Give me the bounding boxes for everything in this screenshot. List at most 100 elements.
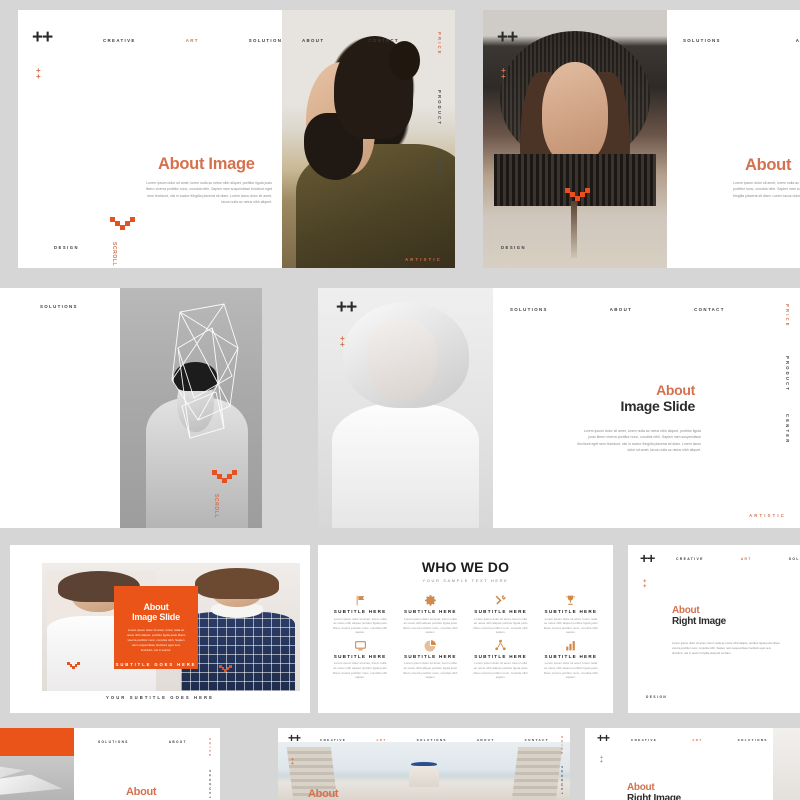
slide-body-copy: Lorem ipsum dolor sit amet, lorem nulla … [145, 181, 272, 205]
feature-heading: SUBTITLE HERE [404, 609, 457, 614]
rail-label-artistic: ARTISTIC [749, 513, 786, 518]
nav-item-solutions[interactable]: SOLUTIONS [98, 740, 129, 744]
feature-heading: SUBTITLE HERE [333, 609, 387, 614]
feature-card[interactable]: SUBTITLE HERE Lorem ipsum dolor sit amet… [398, 639, 462, 680]
logo-plusplus: ++ [288, 731, 301, 745]
slide-nav[interactable]: SOLUTIONS [40, 304, 78, 309]
nav-item-solutions[interactable]: SOLUTIONS [417, 738, 447, 742]
nav-item-about[interactable]: ABOUT [169, 740, 187, 744]
slide-title: About Image [158, 155, 255, 173]
rail-label-product: PRODUCT [208, 770, 212, 800]
nav-item-solutions[interactable]: SOLUTIONS [249, 38, 287, 43]
slide-title: About [308, 788, 339, 800]
slide-title-line1: About [627, 782, 655, 793]
hero-photo-origami [0, 756, 74, 800]
plus-accent-mark: + + [340, 334, 345, 349]
photo-nav[interactable]: ABOUT CONTACT [302, 38, 399, 43]
nav-item-art[interactable]: ART [186, 38, 199, 43]
nav-item-solutions[interactable]: SOLUTIONS [789, 557, 800, 561]
nav-item-about[interactable]: ABOUT [302, 38, 324, 43]
slide-about-right-image-2[interactable]: ++ + + CREATIVE ART SOLUTIONS About Right… [585, 728, 800, 800]
share-nodes-icon [469, 639, 533, 652]
card-body-copy: Lorem ipsum dolor sit amet, lorem nulla … [126, 628, 186, 652]
feature-card[interactable]: SUBTITLE HERE Lorem ipsum dolor sit amet… [539, 594, 603, 635]
feature-card[interactable]: SUBTITLE HERE Lorem ipsum dolor sit amet… [539, 639, 603, 680]
slide-about-beach[interactable]: ++ + + CREATIVE ART SOLUTIONS ABOUT CONTA… [278, 728, 570, 800]
nav-item-solutions[interactable]: SOLUTIONS [683, 38, 721, 43]
feature-card[interactable]: SUBTITLE HERE Lorem ipsum dolor sit amet… [398, 594, 462, 635]
nav-item-creative[interactable]: CREATIVE [320, 738, 346, 742]
feature-card[interactable]: SUBTITLE HERE Lorem ipsum dolor sit amet… [328, 594, 392, 635]
slide-about-orange-card[interactable]: About Image Slide Lorem ipsum dolor sit … [10, 545, 310, 713]
nav-item-art[interactable]: ART [376, 738, 386, 742]
slide-nav[interactable]: CREATIVE ART SOLUTIONS ABOUT CONTACT [320, 738, 549, 742]
feature-heading: SUBTITLE HERE [404, 653, 457, 659]
feature-card[interactable]: SUBTITLE HERE Lorem ipsum dolor sit amet… [328, 639, 392, 680]
feature-card[interactable]: SUBTITLE HERE Lorem ipsum dolor sit amet… [469, 594, 533, 635]
rail-label-product: PRODUCT [437, 90, 442, 127]
logo-plusplus: ++ [640, 550, 655, 566]
slide-nav[interactable]: SOLUTIONS ABOUT CONTACT [510, 307, 725, 312]
nav-item-creative[interactable]: CREATIVE [631, 738, 657, 742]
slide-nav[interactable]: CREATIVE ART SOLUTIONS [631, 738, 768, 742]
plus-accent-mark: + + [291, 757, 294, 767]
pie-chart-icon [398, 639, 462, 652]
logo-plusplus: ++ [32, 27, 53, 48]
chevron-mark [212, 470, 237, 483]
gear-icon [398, 594, 462, 607]
feature-card[interactable]: SUBTITLE HERE Lorem ipsum dolor sit amet… [469, 639, 533, 680]
feature-heading: SUBTITLE HERE [544, 609, 598, 614]
slide-about-origami[interactable]: SOLUTIONS ABOUT CONTACT PRICE PRODUCT Ab… [0, 728, 220, 800]
nav-item-creative[interactable]: CREATIVE [103, 38, 136, 43]
nav-item-contact[interactable]: CONTACT [525, 738, 549, 742]
slide-nav[interactable]: CREATIVE ART SOLUTIONS [676, 557, 800, 561]
feature-text: Lorem ipsum dolor sit amet, lorem nulla … [333, 616, 388, 635]
nav-item-solutions[interactable]: SOLUTIONS [40, 304, 78, 309]
rail-label-price: PRICE [208, 738, 212, 759]
slide-about-right-image[interactable]: ++ ++ CREATIVE ART SOLUTIONS About Right… [628, 545, 800, 713]
nav-item-contact[interactable]: CONTACT [368, 38, 399, 43]
nav-item-contact[interactable]: CONTACT [694, 307, 725, 312]
rail-label-price: PRICE [560, 736, 564, 757]
feature-text: Lorem ipsum dolor sit amet, lorem nulla … [403, 661, 458, 680]
slide-title-line1: About [672, 605, 700, 616]
feature-text: Lorem ipsum dolor sit amet, lorem nulla … [333, 661, 388, 680]
logo-plusplus: ++ [497, 27, 518, 48]
card-title-line1: About [143, 602, 169, 612]
nav-item-about[interactable]: ABOUT [796, 38, 800, 43]
slide-nav[interactable]: SOLUTIONS ABOUT [683, 38, 800, 43]
slide-nav[interactable]: CREATIVE ART SOLUTIONS [103, 38, 287, 43]
nav-item-art[interactable]: ART [692, 738, 702, 742]
slide-nav[interactable]: SOLUTIONS ABOUT CONTACT [98, 740, 220, 744]
feature-text: Lorem ipsum dolor sit amet, lorem nulla … [543, 661, 598, 680]
slide-about-glitch[interactable]: ++ ++ DESIGN SOLUTIONS ABOUT About Lorem… [483, 10, 800, 268]
plus-accent-mark: + + [501, 66, 506, 81]
slide-title-line2: Image Slide [620, 398, 695, 414]
hero-photo-wireframe-head [120, 288, 262, 528]
slide-gallery-board: ++ + + CREATIVE ART SOLUTIONS About Image… [0, 0, 800, 800]
slide-title: About [126, 786, 157, 798]
slide-who-we-do[interactable]: WHO WE DO YOUR SAMPLE TEXT HERE SUBTITLE… [318, 545, 613, 713]
nav-item-creative[interactable]: CREATIVE [676, 557, 704, 561]
slide-title-line2: Right Image [627, 793, 681, 800]
nav-item-about[interactable]: ABOUT [477, 738, 495, 742]
scroll-label[interactable]: Scroll [213, 494, 219, 518]
nav-item-about[interactable]: ABOUT [610, 307, 632, 312]
logo-plusplus: ++ [597, 731, 610, 745]
slide-about-wire[interactable]: SOLUTIONS e Lorem ipsum dolor sit amet, … [0, 288, 262, 528]
flag-icon [328, 594, 392, 607]
nav-item-solutions[interactable]: SOLUTIONS [510, 307, 548, 312]
nav-item-solutions[interactable]: SOLUTIONS [738, 738, 768, 742]
hero-photo-man [282, 10, 455, 268]
tools-icon [469, 594, 533, 607]
scroll-label[interactable]: Scroll [111, 242, 117, 266]
trophy-icon [539, 594, 603, 607]
rail-label-product: PRODUCT [560, 766, 564, 797]
orange-block [0, 728, 74, 756]
slide-title-line1: About [656, 382, 695, 398]
slide-about-image-slide[interactable]: ++ + + SOLUTIONS ABOUT CONTACT About Imag… [318, 288, 800, 528]
slide-about-image[interactable]: ++ + + CREATIVE ART SOLUTIONS About Image… [18, 10, 455, 268]
rail-label-artistic: ARTISTIC [405, 257, 442, 262]
bar-chart-icon [539, 639, 603, 652]
nav-item-art[interactable]: ART [741, 557, 752, 561]
